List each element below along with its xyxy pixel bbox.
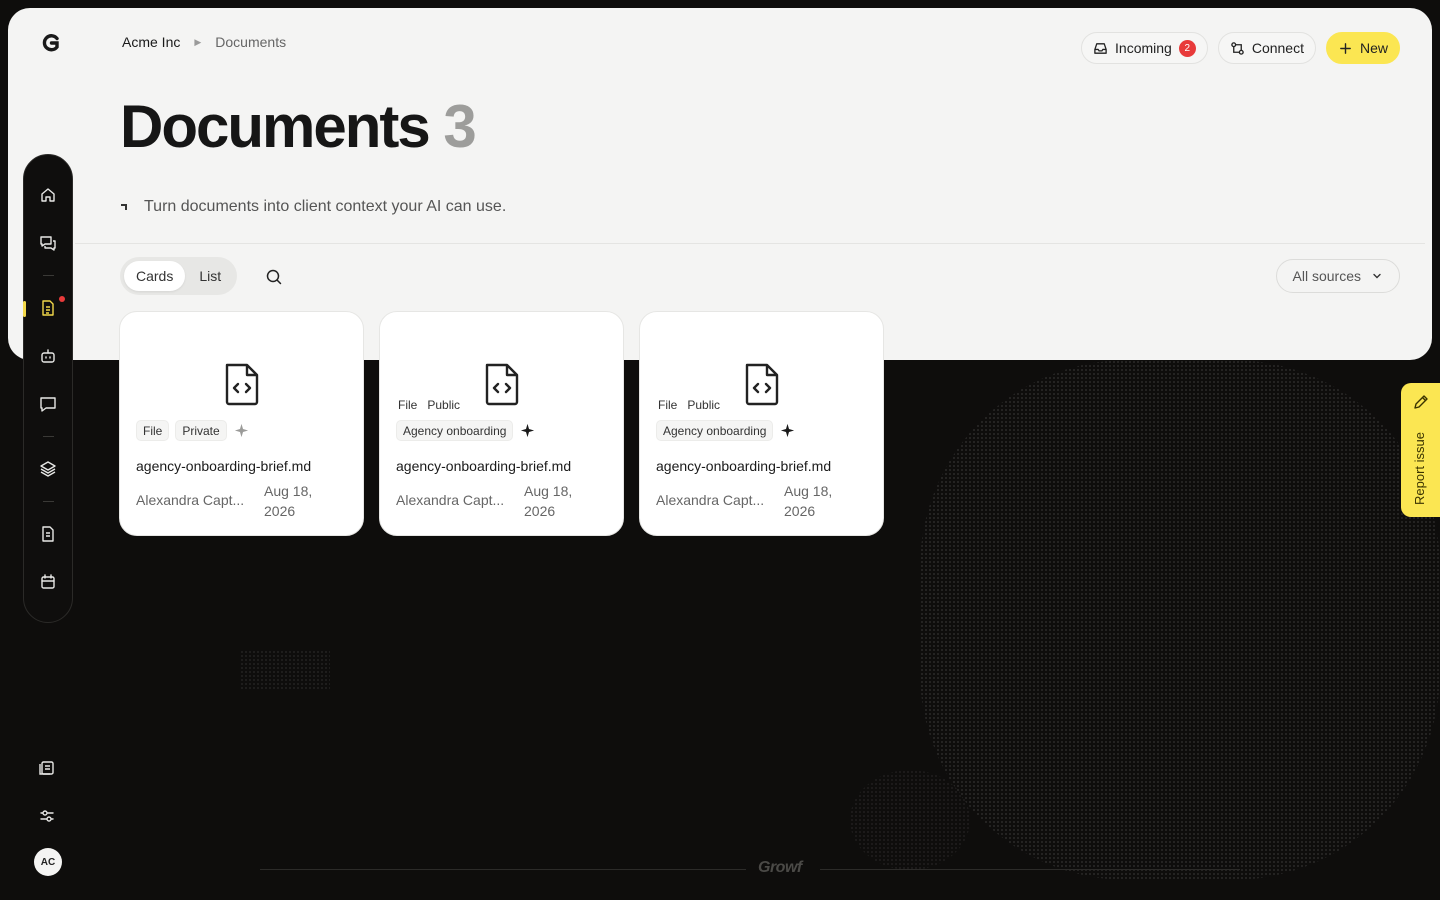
page-subtitle: Turn documents into client context your … — [120, 198, 506, 216]
breadcrumb-page: Documents — [215, 34, 287, 50]
breadcrumb: Acme Inc ▶ Documents — [122, 34, 286, 50]
app-logo-icon[interactable] — [40, 32, 62, 54]
collection-tag: Agency onboarding — [396, 420, 514, 441]
changelog-icon[interactable] — [37, 758, 57, 778]
document-card[interactable]: File Public Agency onboarding agency-onb… — [379, 311, 624, 536]
dotted-texture — [240, 650, 330, 690]
rail-divider — [43, 501, 54, 502]
ai-sparkle-icon — [234, 423, 248, 438]
sources-dropdown[interactable]: All sources — [1275, 259, 1400, 293]
incoming-label: Incoming — [1115, 40, 1172, 56]
card-tags: File Public — [396, 394, 462, 415]
visibility-tag: Public — [687, 397, 721, 412]
connect-label: Connect — [1251, 40, 1304, 56]
document-date: Aug 18, 2026 — [784, 483, 833, 519]
dotted-texture — [850, 770, 970, 870]
card-collection-tags: Agency onboarding — [396, 420, 536, 441]
chats-icon[interactable] — [38, 233, 58, 253]
type-tag: File — [658, 397, 678, 412]
inbox-icon — [1094, 42, 1107, 54]
document-card[interactable]: File Private agency-onboarding-brief.md … — [119, 311, 364, 536]
incoming-button[interactable]: Incoming 2 — [1081, 32, 1208, 64]
view-toggle: Cards List — [120, 257, 238, 295]
rail-divider — [43, 436, 54, 437]
new-button[interactable]: New — [1325, 32, 1400, 64]
footer-line-left — [260, 869, 746, 870]
type-tag: File — [398, 397, 418, 412]
document-date: Aug 18, 2026 — [264, 483, 313, 519]
top-actions: Incoming 2 Connect New — [1081, 32, 1400, 64]
search-icon[interactable] — [263, 266, 285, 288]
code-file-icon — [225, 363, 259, 406]
rail-divider — [43, 275, 54, 276]
agents-icon[interactable] — [38, 346, 58, 366]
document-owner: Alexandra Capt... — [656, 492, 765, 508]
ai-sparkle-icon — [781, 423, 795, 438]
documents-icon[interactable] — [38, 298, 58, 318]
code-file-icon — [485, 363, 519, 406]
collection-tag: Agency onboarding — [656, 420, 774, 441]
view-list-tab[interactable]: List — [187, 261, 233, 291]
notes-icon[interactable] — [38, 524, 58, 544]
corner-mark-icon — [121, 204, 127, 210]
notification-dot — [59, 296, 65, 302]
dotted-texture — [920, 360, 1440, 880]
document-count: 3 — [443, 93, 476, 160]
code-file-icon — [745, 363, 779, 406]
divider — [75, 243, 1425, 244]
report-issue-button[interactable]: Report issue — [1401, 383, 1440, 517]
incoming-count-badge: 2 — [1178, 39, 1196, 57]
card-tags: File Public — [656, 394, 722, 415]
connect-button[interactable]: Connect — [1217, 32, 1316, 64]
document-card[interactable]: File Public Agency onboarding agency-onb… — [639, 311, 884, 536]
subtitle-text: Turn documents into client context your … — [144, 198, 507, 215]
document-name: agency-onboarding-brief.md — [136, 458, 312, 474]
document-name: agency-onboarding-brief.md — [396, 458, 572, 474]
calendar-icon[interactable] — [38, 572, 58, 592]
layers-icon[interactable] — [38, 459, 58, 479]
connect-icon — [1231, 41, 1244, 55]
document-owner: Alexandra Capt... — [396, 492, 505, 508]
sidebar-rail — [23, 154, 73, 623]
user-avatar[interactable]: AC — [34, 848, 62, 876]
sources-label: All sources — [1292, 268, 1361, 284]
settings-icon[interactable] — [37, 806, 57, 826]
visibility-tag: Private — [175, 420, 227, 441]
chevron-down-icon — [1373, 273, 1381, 279]
plus-icon — [1340, 42, 1351, 54]
document-date: Aug 18, 2026 — [524, 483, 573, 519]
ai-sparkle-icon — [521, 423, 535, 438]
footer-brand: Growf — [758, 859, 802, 876]
report-issue-label: Report issue — [1412, 432, 1427, 505]
document-name: agency-onboarding-brief.md — [656, 458, 832, 474]
view-cards-tab[interactable]: Cards — [124, 261, 186, 291]
active-indicator — [23, 301, 26, 317]
type-tag: File — [136, 420, 170, 441]
document-cards: File Private agency-onboarding-brief.md … — [119, 311, 884, 536]
footer-line-right — [820, 869, 1240, 870]
document-owner: Alexandra Capt... — [136, 492, 245, 508]
card-tags: File Private — [136, 420, 250, 441]
page-title: Documents 3 — [120, 92, 477, 161]
card-collection-tags: Agency onboarding — [656, 420, 796, 441]
new-label: New — [1359, 40, 1388, 56]
breadcrumb-org[interactable]: Acme Inc — [122, 34, 180, 50]
home-icon[interactable] — [38, 185, 58, 205]
messages-icon[interactable] — [38, 394, 58, 414]
pencil-icon — [1414, 395, 1428, 409]
visibility-tag: Public — [427, 397, 461, 412]
breadcrumb-chevron-icon: ▶ — [194, 36, 202, 47]
page-title-text: Documents — [120, 93, 431, 160]
